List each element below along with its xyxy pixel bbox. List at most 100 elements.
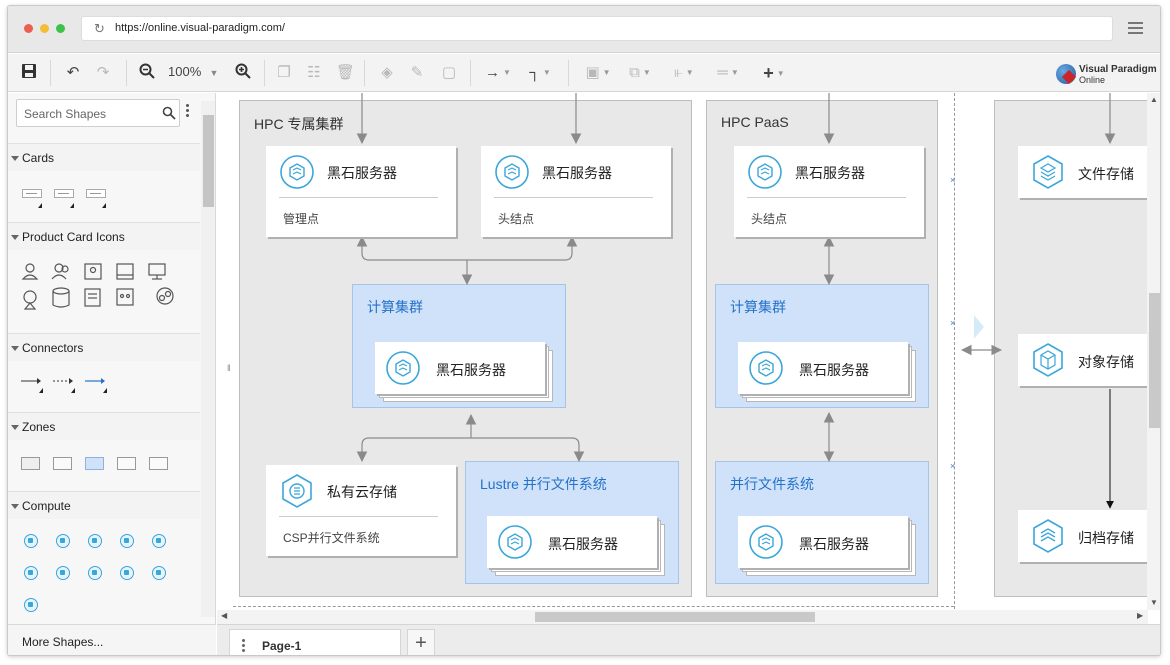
- canvas-horizontal-scrollbar[interactable]: ◀ ▶: [217, 610, 1148, 624]
- logo-subtext: Online: [1079, 75, 1106, 85]
- toolbar-separator: [364, 60, 365, 86]
- editor-toolbar: ↶ ↷ 100% ▼ ❐ ☷ 🗑 ◈ ✎ ▢ → ▼ ┐ ▼ ▣ ▼ ⧉ ▼ ⫦ ▼ ═ ▼…: [8, 54, 1160, 92]
- zone-shape[interactable]: [149, 457, 168, 470]
- reload-icon[interactable]: ↻: [94, 21, 105, 37]
- add-page-button[interactable]: +: [407, 629, 435, 655]
- browser-titlebar: ↻ https://online.visual-paradigm.com/: [8, 6, 1160, 53]
- card-title: 黑石服务器: [327, 165, 397, 181]
- connector-style-icon[interactable]: → ▼: [482, 63, 514, 83]
- compute-icon[interactable]: [88, 534, 102, 548]
- category-product-card-icons[interactable]: Product Card Icons: [8, 222, 200, 250]
- shadow-icon[interactable]: ▢: [440, 63, 458, 83]
- card-title: 对象存储: [1078, 354, 1134, 370]
- connector-shapes[interactable]: [21, 375, 121, 395]
- page-tab[interactable]: Page-1: [229, 629, 401, 655]
- page-options-icon[interactable]: [242, 639, 245, 654]
- undo-icon[interactable]: ↶: [64, 63, 82, 83]
- compute-icon[interactable]: [24, 566, 38, 580]
- zone-shape[interactable]: [53, 457, 72, 470]
- card-title: 黑石服务器: [548, 536, 618, 552]
- panel-splitter-handle[interactable]: ‖: [227, 363, 231, 373]
- close-window-dot[interactable]: [24, 24, 33, 33]
- card-lustre-server[interactable]: 黑石服务器: [487, 516, 657, 568]
- card-management-node[interactable]: 黑石服务器 管理点: [266, 146, 456, 237]
- file-storage-icon: [1033, 155, 1063, 189]
- compute-icon[interactable]: [24, 598, 38, 612]
- browser-menu-icon[interactable]: [1128, 22, 1143, 34]
- toolbar-separator: [470, 60, 471, 86]
- card-head-node-1[interactable]: 黑石服务器 头结点: [481, 146, 671, 237]
- add-icon[interactable]: + ▼: [758, 63, 790, 83]
- card-head-node-2[interactable]: 黑石服务器 头结点: [734, 146, 924, 237]
- logo-text: Visual Paradigm: [1079, 64, 1157, 75]
- card-compute-server-2[interactable]: 黑石服务器: [738, 342, 908, 394]
- compute-icon[interactable]: [120, 534, 134, 548]
- zoom-dropdown-icon[interactable]: ▼: [208, 63, 220, 83]
- compute-icon[interactable]: [56, 566, 70, 580]
- card-title: 黑石服务器: [799, 536, 869, 552]
- arrange-icon[interactable]: ⧉ ▼: [624, 63, 656, 83]
- card-archive-storage[interactable]: 归档存储: [1018, 510, 1153, 562]
- toolbar-separator: [264, 60, 265, 86]
- delete-icon[interactable]: 🗑: [336, 63, 355, 83]
- zone-shape[interactable]: [21, 457, 40, 470]
- address-bar[interactable]: ↻ https://online.visual-paradigm.com/: [81, 16, 1113, 41]
- server-icon: [498, 525, 532, 559]
- minimize-window-dot[interactable]: [40, 24, 49, 33]
- zoom-out-icon[interactable]: [138, 63, 156, 83]
- redo-icon[interactable]: ↷: [94, 63, 112, 83]
- paste-icon[interactable]: ☷: [306, 63, 322, 83]
- shape-variant-marker: [102, 203, 106, 208]
- shapes-panel: Search Shapes Cards Product Card Icons C…: [8, 93, 216, 655]
- product-card-icons-grid[interactable]: [21, 263, 181, 313]
- card-title: 黑石服务器: [799, 362, 869, 378]
- card-shape[interactable]: [86, 189, 106, 198]
- zone-shape[interactable]: [117, 457, 136, 470]
- compute-icon[interactable]: [88, 566, 102, 580]
- line-color-icon[interactable]: ✎: [408, 63, 426, 83]
- card-subtitle: CSP并行文件系统: [283, 531, 380, 545]
- group-icon[interactable]: ▣ ▼: [582, 63, 614, 83]
- server-icon: [280, 155, 314, 189]
- compute-icon[interactable]: [152, 534, 166, 548]
- zoom-in-icon[interactable]: [234, 63, 252, 83]
- search-shapes-input[interactable]: Search Shapes: [16, 99, 180, 127]
- align-icon[interactable]: ⫦ ▼: [668, 63, 700, 83]
- category-compute[interactable]: Compute: [8, 491, 200, 519]
- maximize-window-dot[interactable]: [56, 24, 65, 33]
- compute-icon[interactable]: [56, 534, 70, 548]
- card-shape[interactable]: [22, 189, 42, 198]
- toolbar-separator: [126, 60, 127, 86]
- distribute-icon[interactable]: ═ ▼: [712, 63, 744, 83]
- address-url: https://online.visual-paradigm.com/: [115, 22, 285, 34]
- card-compute-server-1[interactable]: 黑石服务器: [375, 342, 545, 394]
- connector-route-icon[interactable]: ┐ ▼: [524, 63, 556, 83]
- page-tab-label: Page-1: [262, 639, 302, 653]
- card-private-cloud-storage[interactable]: 私有云存储 CSP并行文件系统: [266, 465, 456, 556]
- category-connectors[interactable]: Connectors: [8, 333, 200, 361]
- card-file-storage[interactable]: 文件存储: [1018, 146, 1153, 198]
- compute-icon[interactable]: [24, 534, 38, 548]
- shapes-panel-scrollbar[interactable]: [201, 101, 215, 617]
- save-icon[interactable]: [20, 63, 38, 83]
- fill-color-icon[interactable]: ◈: [378, 63, 396, 83]
- category-cards[interactable]: Cards: [8, 143, 200, 171]
- browser-window: ↻ https://online.visual-paradigm.com/ ↶ …: [7, 5, 1161, 656]
- archive-storage-icon: [1033, 519, 1063, 553]
- diagram-canvas[interactable]: × × × HPC 专属集群 HPC PaaS 计算集群 Lustre 并行文件…: [217, 93, 1160, 623]
- card-subtitle: 头结点: [498, 212, 535, 226]
- compute-icon[interactable]: [120, 566, 134, 580]
- category-zones[interactable]: Zones: [8, 412, 200, 440]
- card-pfs-server[interactable]: 黑石服务器: [738, 516, 908, 568]
- card-title: 文件存储: [1078, 166, 1134, 182]
- card-shape[interactable]: [54, 189, 74, 198]
- card-object-storage[interactable]: 对象存储: [1018, 334, 1153, 386]
- copy-icon[interactable]: ❐: [276, 63, 292, 83]
- search-icon[interactable]: [162, 106, 176, 120]
- canvas-vertical-scrollbar[interactable]: ▲ ▼: [1147, 93, 1160, 610]
- compute-icon[interactable]: [152, 566, 166, 580]
- zoom-level[interactable]: 100%: [168, 64, 201, 79]
- panel-options-icon[interactable]: [186, 104, 190, 119]
- more-shapes-button[interactable]: More Shapes...: [8, 624, 216, 655]
- zone-shape[interactable]: [85, 457, 104, 470]
